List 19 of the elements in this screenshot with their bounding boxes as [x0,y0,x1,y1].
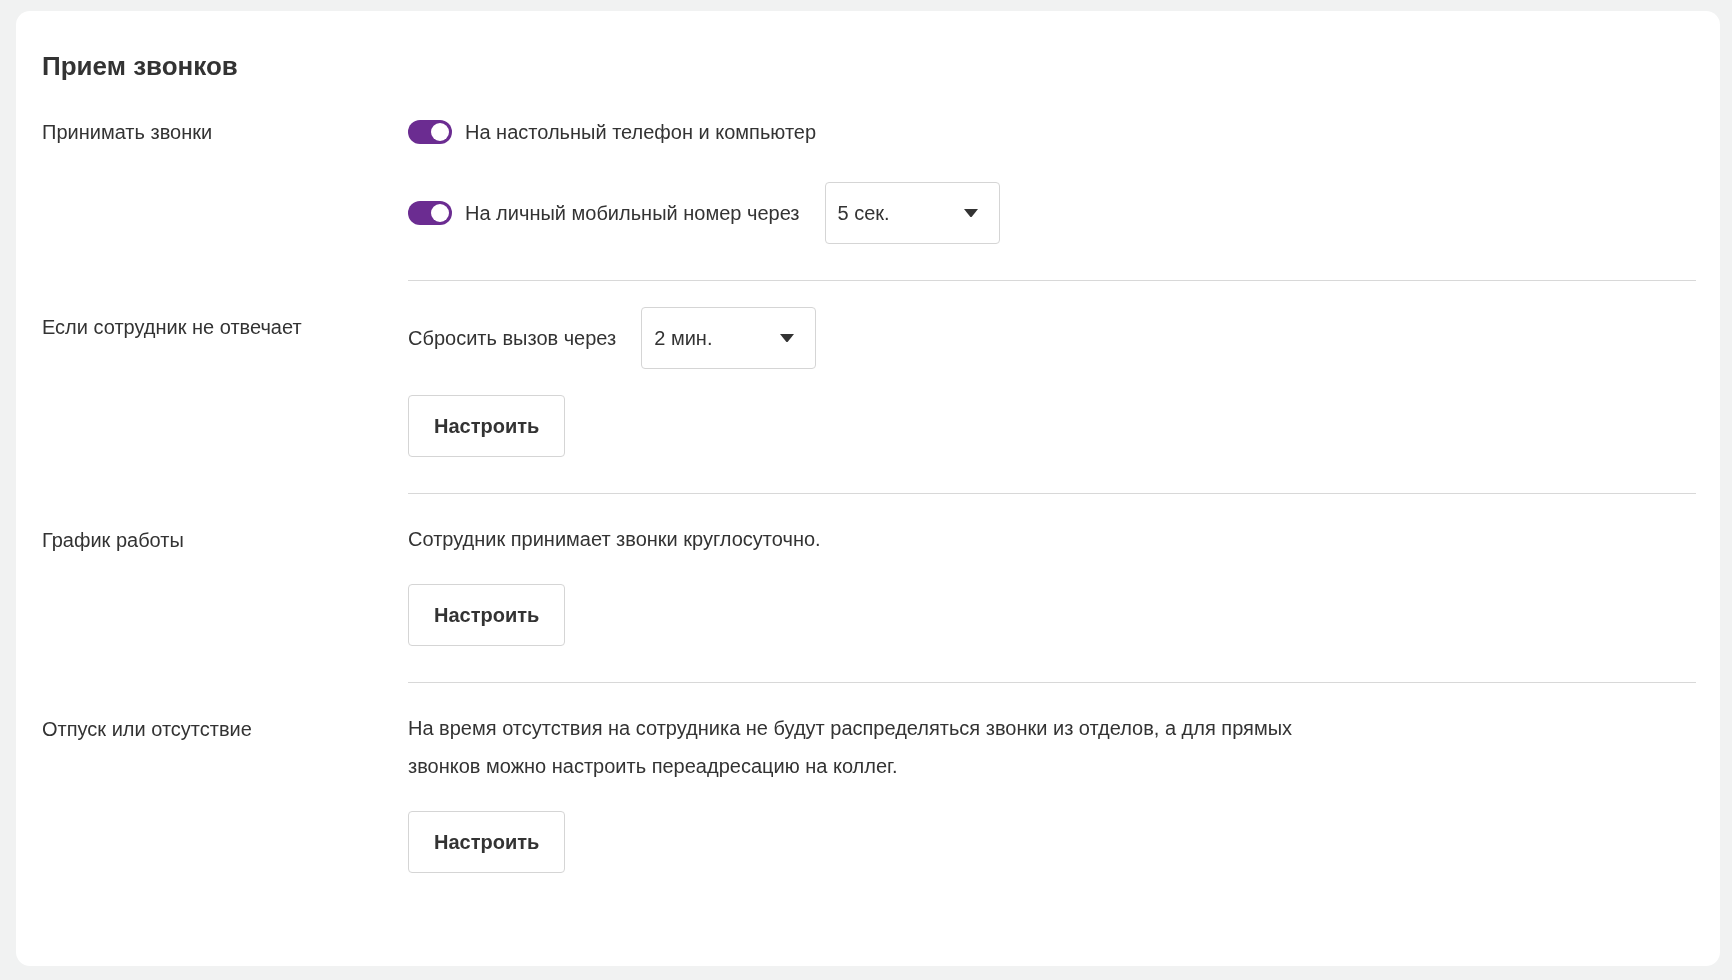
setting-label: Отпуск или отсутствие [42,717,253,743]
description-text: На время отсутствия на сотрудника не будут распределяться звонки из отделов, а для прямых звонков можно настроить переадресацию на коллег. [408,716,1294,780]
toggle-switch[interactable] [408,201,452,226]
caret-icon [962,208,979,219]
dropdown[interactable]: 5 сек. [824,182,1000,245]
dropdown[interactable]: 2 мин. [641,307,817,370]
toggle-label: На настольный телефон и компьютер [465,120,817,144]
configure-button[interactable]: Настроить [408,584,566,647]
setting-label: График работы [42,528,185,554]
caret-icon [779,333,796,344]
setting-label: Принимать звонки [42,120,214,146]
toggle-label: На личный мобильный номер через [465,201,800,225]
section-title: Прием звонков [42,51,239,83]
description-text: Сотрудник принимает звонки круглосуточно. [408,527,822,553]
configure-button[interactable]: Настроить [408,811,566,874]
select-label: Сбросить вызов через [408,326,617,350]
setting-label: Если сотрудник не отвечает [42,315,303,341]
toggle-switch[interactable] [408,120,452,145]
configure-button[interactable]: Настроить [408,395,566,458]
